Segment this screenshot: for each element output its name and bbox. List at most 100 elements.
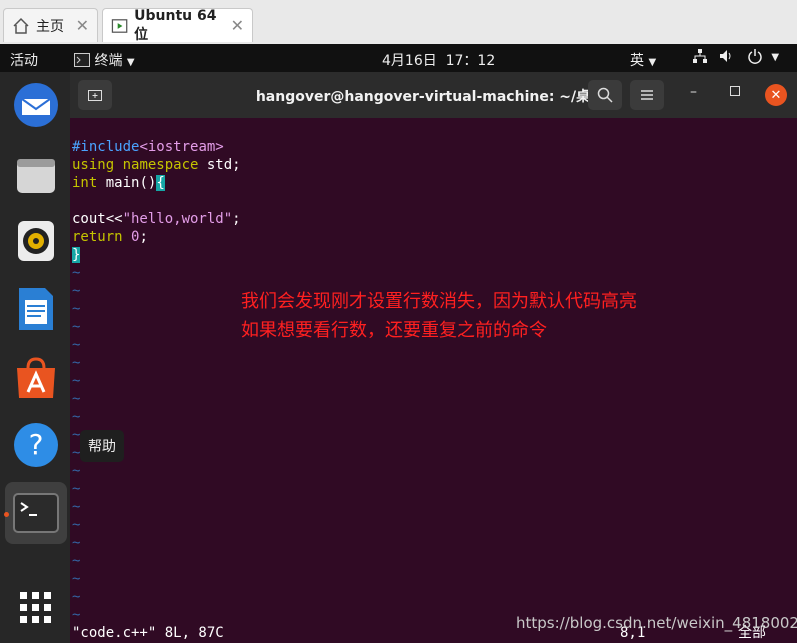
empty-line-tilde: ~ bbox=[72, 391, 81, 407]
tab-ubuntu-close-icon[interactable]: ✕ bbox=[231, 16, 244, 35]
code-line-1: #include<iostream> bbox=[72, 138, 224, 156]
keyword-return: return bbox=[72, 229, 123, 245]
string-token: "hello,world" bbox=[122, 211, 233, 227]
vim-editor[interactable]: #include<iostream> using namespace std; … bbox=[70, 118, 797, 643]
network-icon bbox=[693, 49, 707, 63]
empty-line-tilde: ~ bbox=[72, 301, 81, 317]
empty-line-tilde: ~ bbox=[72, 409, 81, 425]
empty-line-tilde: ~ bbox=[72, 553, 81, 569]
new-tab-icon bbox=[88, 90, 102, 101]
return-end-token: ; bbox=[139, 229, 148, 245]
menu-button[interactable] bbox=[630, 80, 664, 110]
input-method-label: 英 bbox=[630, 53, 644, 69]
dock-writer[interactable] bbox=[5, 278, 67, 340]
empty-line-tilde: ~ bbox=[72, 571, 81, 587]
dock-terminal[interactable] bbox=[5, 482, 67, 544]
code-line-2: using namespace std; bbox=[72, 156, 241, 174]
std-token: std; bbox=[198, 157, 241, 173]
dock-software[interactable] bbox=[5, 347, 67, 409]
search-icon bbox=[597, 87, 613, 103]
dock-help[interactable]: ? bbox=[5, 414, 67, 476]
empty-line-tilde: ~ bbox=[72, 355, 81, 371]
minimize-icon[interactable]: – bbox=[690, 84, 697, 100]
code-line-6: return 0; bbox=[72, 228, 148, 246]
preproc-token: #include bbox=[72, 139, 140, 155]
tab-ubuntu-label: Ubuntu 64 位 bbox=[134, 7, 217, 43]
clock[interactable]: 4月16日 17：12 bbox=[382, 50, 495, 70]
empty-line-tilde: ~ bbox=[72, 535, 81, 551]
empty-line-tilde: ~ bbox=[72, 481, 81, 497]
terminal-header-bar: hangover@hangover-virtual-machine: ~/桌面 … bbox=[70, 72, 797, 118]
empty-line-tilde: ~ bbox=[72, 589, 81, 605]
running-indicator bbox=[4, 512, 9, 517]
terminal-icon bbox=[13, 493, 59, 533]
tab-home-close-icon[interactable]: ✕ bbox=[76, 16, 89, 35]
app-grid-icon bbox=[20, 592, 51, 623]
chevron-down-icon: ▼ bbox=[126, 57, 135, 68]
header-token: <iostream> bbox=[139, 139, 224, 155]
empty-line-tilde: ~ bbox=[72, 337, 81, 353]
chevron-down-icon: ▼ bbox=[648, 57, 657, 68]
maximize-icon[interactable] bbox=[730, 86, 740, 96]
dock-tooltip: 帮助 bbox=[80, 430, 124, 462]
code-line-7: } bbox=[72, 246, 81, 264]
code-line-5: cout<<"hello,world"; bbox=[72, 210, 241, 228]
annotation-line-2: 如果想要看行数，还要重复之前的命令 bbox=[241, 320, 547, 341]
tab-ubuntu[interactable]: Ubuntu 64 位 ✕ bbox=[102, 7, 253, 43]
files-icon bbox=[17, 159, 55, 193]
input-method-menu[interactable]: 英 ▼ bbox=[630, 50, 656, 70]
gnome-top-bar: 活动 终端 ▼ 4月16日 17：12 英 ▼ ▼ bbox=[0, 44, 797, 72]
keyword-using: using bbox=[72, 157, 115, 173]
empty-line-tilde: ~ bbox=[72, 499, 81, 515]
home-icon bbox=[13, 17, 29, 34]
libreoffice-writer-icon bbox=[19, 288, 53, 330]
hamburger-menu-icon bbox=[641, 90, 653, 100]
empty-line-tilde: ~ bbox=[72, 319, 81, 335]
power-icon bbox=[748, 49, 762, 64]
close-button[interactable]: ✕ bbox=[765, 84, 787, 106]
empty-line-tilde: ~ bbox=[72, 373, 81, 389]
annotation-text: 我们会发现刚才设置行数消失，因为默认代码高亮 如果想要看行数，还要重复之前的命令 bbox=[241, 287, 637, 345]
code-line-3: int main(){ bbox=[72, 174, 165, 192]
app-menu-button[interactable]: 终端 ▼ bbox=[74, 50, 135, 70]
annotation-line-1: 我们会发现刚才设置行数消失，因为默认代码高亮 bbox=[241, 291, 637, 312]
dock-rhythmbox[interactable] bbox=[5, 210, 67, 272]
thunderbird-icon bbox=[14, 83, 58, 127]
watermark: https://blog.csdn.net/weixin_48180029 bbox=[516, 614, 797, 632]
dock: ? bbox=[0, 72, 70, 643]
chevron-down-icon: ▼ bbox=[771, 52, 780, 63]
dock-thunderbird[interactable] bbox=[5, 74, 67, 136]
new-tab-button[interactable] bbox=[78, 80, 112, 110]
main-token: main() bbox=[97, 175, 157, 191]
cout-token: cout<< bbox=[72, 211, 123, 227]
status-left: "code.c++" 8L, 87C bbox=[72, 625, 224, 641]
svg-text:?: ? bbox=[29, 428, 44, 461]
help-icon: ? bbox=[14, 423, 58, 467]
terminal-small-icon bbox=[74, 53, 90, 67]
app-menu-label: 终端 bbox=[94, 53, 123, 69]
dock-app-grid[interactable] bbox=[5, 577, 67, 639]
empty-line-tilde: ~ bbox=[72, 283, 81, 299]
empty-line-tilde: ~ bbox=[72, 463, 81, 479]
software-icon bbox=[17, 357, 55, 398]
dock-files[interactable] bbox=[5, 144, 67, 206]
close-icon: ✕ bbox=[770, 87, 782, 103]
brace-open-match: { bbox=[156, 175, 165, 191]
vm-icon bbox=[111, 18, 128, 33]
empty-line-tilde: ~ bbox=[72, 517, 81, 533]
keyword-int: int bbox=[72, 175, 98, 191]
terminal-title: hangover@hangover-virtual-machine: ~/桌面 bbox=[255, 89, 605, 105]
tab-bar: 主页 ✕ Ubuntu 64 位 ✕ bbox=[0, 0, 797, 45]
volume-icon bbox=[720, 50, 731, 62]
terminal-window: hangover@hangover-virtual-machine: ~/桌面 … bbox=[70, 72, 797, 643]
keyword-namespace: namespace bbox=[122, 157, 199, 173]
empty-line-tilde: ~ bbox=[72, 607, 81, 623]
activities-button[interactable]: 活动 bbox=[10, 50, 38, 70]
tab-home-label: 主页 bbox=[36, 18, 64, 35]
rhythmbox-icon bbox=[18, 221, 54, 261]
cursor-brace-close: } bbox=[72, 247, 81, 263]
empty-line-tilde: ~ bbox=[72, 265, 81, 281]
tab-home[interactable]: 主页 ✕ bbox=[3, 8, 98, 42]
system-menu[interactable]: ▼ bbox=[692, 48, 779, 64]
search-button[interactable] bbox=[588, 80, 622, 110]
